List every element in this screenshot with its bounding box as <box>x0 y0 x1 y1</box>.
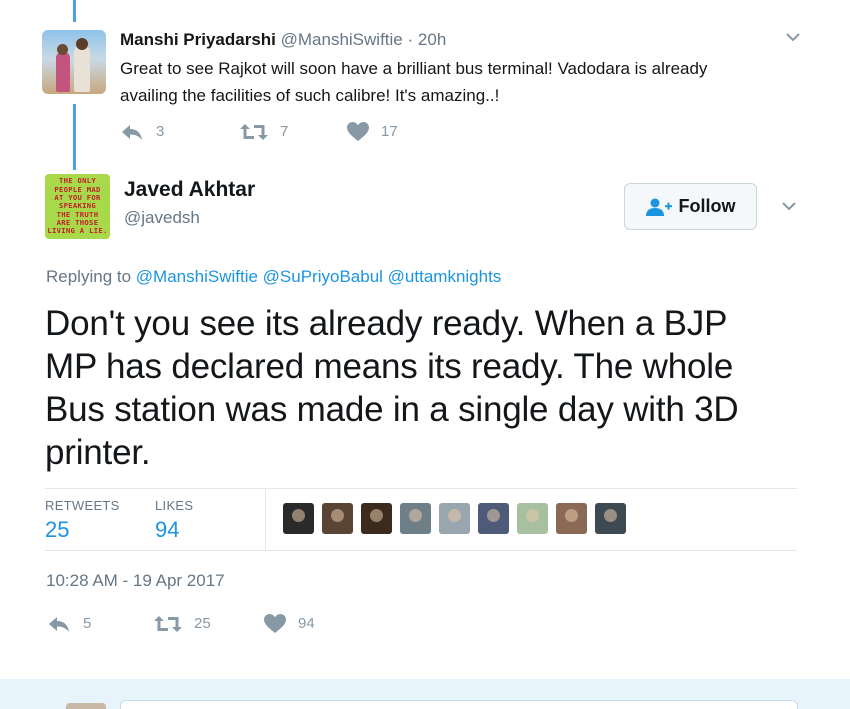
tweet-timestamp[interactable]: 10:28 AM - 19 Apr 2017 <box>46 571 225 591</box>
likes-stat[interactable]: LIKES 94 <box>155 498 193 543</box>
like-count: 17 <box>381 123 398 140</box>
retweet-count: 25 <box>194 615 211 632</box>
retweet-button[interactable]: 25 <box>154 615 264 633</box>
replying-prefix: Replying to <box>46 267 132 286</box>
parent-tweet-header: Manshi Priyadarshi @ManshiSwiftie · 20h <box>120 30 446 50</box>
liker-avatar-4[interactable] <box>400 503 431 534</box>
parent-avatar[interactable] <box>42 30 106 94</box>
reply-icon <box>122 124 142 140</box>
liker-avatar-6[interactable] <box>478 503 509 534</box>
tweet-text-line: Bus station was made in a single day wit… <box>45 390 739 429</box>
retweets-stat[interactable]: RETWEETS 25 <box>45 498 120 543</box>
parent-actions: 3 7 17 <box>120 122 398 141</box>
mention-link[interactable]: @uttamknights <box>388 267 502 286</box>
tweet-text-line: Don't you see its already ready. When a … <box>45 304 728 343</box>
heart-icon <box>347 122 369 141</box>
liker-avatar-7[interactable] <box>517 503 548 534</box>
retweet-icon <box>154 615 182 632</box>
parent-tweet[interactable]: Manshi Priyadarshi @ManshiSwiftie · 20h … <box>0 0 850 170</box>
separator-dot: · <box>407 30 414 49</box>
avatar-text-line: LIVING A LIE. <box>47 226 108 236</box>
liker-avatar-8[interactable] <box>556 503 587 534</box>
reply-count: 3 <box>156 123 165 140</box>
stats-divider <box>265 488 266 550</box>
liker-avatar-2[interactable] <box>322 503 353 534</box>
reply-count: 5 <box>83 615 92 632</box>
follow-label: Follow <box>678 196 736 216</box>
like-button[interactable]: 17 <box>347 122 398 141</box>
tweet-text-line: printer. <box>45 433 151 472</box>
liker-avatar-5[interactable] <box>439 503 470 534</box>
follow-button[interactable]: Follow <box>624 183 757 230</box>
parent-text-line: availing the facilities of such calibre!… <box>120 86 500 105</box>
mention-link[interactable]: @ManshiSwiftie <box>136 267 258 286</box>
parent-tweet-time[interactable]: 20h <box>418 30 446 49</box>
tweet-text: Don't you see its already ready. When a … <box>45 302 815 474</box>
retweet-button[interactable]: 7 <box>240 123 347 141</box>
reply-button[interactable]: 5 <box>47 615 154 633</box>
retweets-count: 25 <box>45 517 70 542</box>
parent-author-name[interactable]: Manshi Priyadarshi <box>120 30 276 49</box>
retweet-count: 7 <box>280 123 289 140</box>
chevron-down-icon[interactable] <box>779 196 799 216</box>
author-handle[interactable]: @javedsh <box>124 208 200 228</box>
likes-count: 94 <box>155 517 180 542</box>
parent-tweet-text: Great to see Rajkot will soon have a bri… <box>120 55 800 109</box>
reply-icon <box>49 616 69 632</box>
chevron-down-icon[interactable] <box>783 27 803 47</box>
retweets-label: RETWEETS <box>45 498 120 513</box>
parent-author-handle[interactable]: @ManshiSwiftie <box>281 30 403 49</box>
tweet-actions: 5 25 94 <box>47 614 315 633</box>
retweet-icon <box>240 123 268 140</box>
likes-label: LIKES <box>155 498 194 513</box>
liker-avatar-9[interactable] <box>595 503 626 534</box>
reply-button[interactable]: 3 <box>120 123 240 141</box>
follow-user-icon <box>645 198 672 216</box>
liker-avatars <box>283 503 626 534</box>
reply-input[interactable] <box>120 700 798 709</box>
heart-icon <box>264 614 286 633</box>
mention-link[interactable]: @SuPriyoBabul <box>263 267 383 286</box>
tweet-text-line: MP has declared means its ready. The who… <box>45 347 734 386</box>
replying-to: Replying to @ManshiSwiftie @SuPriyoBabul… <box>46 267 501 287</box>
current-user-avatar <box>66 703 106 709</box>
like-button[interactable]: 94 <box>264 614 315 633</box>
author-name[interactable]: Javed Akhtar <box>124 178 255 202</box>
like-count: 94 <box>298 615 315 632</box>
author-avatar[interactable]: THE ONLY PEOPLE MAD AT YOU FOR SPEAKING THE … <box>45 174 110 239</box>
liker-avatar-1[interactable] <box>283 503 314 534</box>
divider <box>45 550 797 551</box>
parent-text-line: Great to see Rajkot will soon have a bri… <box>120 59 708 78</box>
liker-avatar-3[interactable] <box>361 503 392 534</box>
